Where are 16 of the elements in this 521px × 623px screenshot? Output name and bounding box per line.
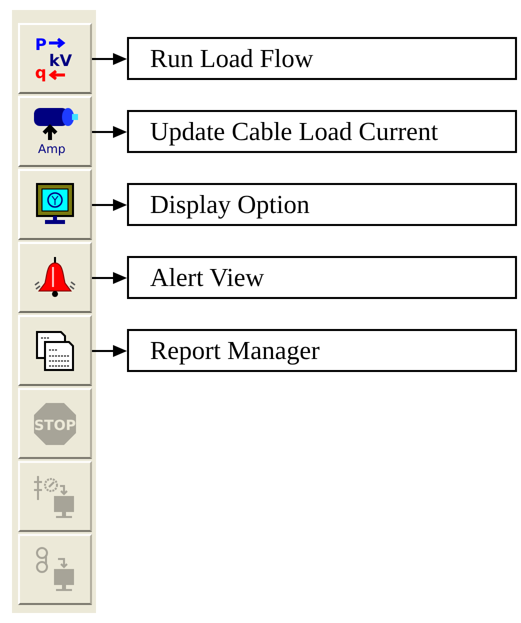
arrow — [92, 124, 127, 138]
callout-label: Alert View — [127, 256, 517, 299]
callout-label: Report Manager — [127, 329, 517, 372]
toolbar-button[interactable]: Amp — [18, 96, 92, 167]
callout-label: Update Cable Load Current — [127, 110, 517, 153]
arrow — [92, 52, 127, 66]
toolbar-button[interactable]: P kV q — [18, 23, 92, 94]
callout-label: Display Option — [127, 183, 517, 226]
callout-label: Run Load Flow — [127, 37, 517, 80]
toolbar-button[interactable] — [18, 315, 92, 386]
toolbar-button[interactable] — [18, 242, 92, 313]
stop-sign-icon: STOP — [32, 400, 78, 446]
arrow — [92, 270, 127, 284]
arrow — [92, 344, 127, 358]
arrow — [92, 198, 127, 212]
toolbar-button[interactable] — [18, 169, 92, 240]
